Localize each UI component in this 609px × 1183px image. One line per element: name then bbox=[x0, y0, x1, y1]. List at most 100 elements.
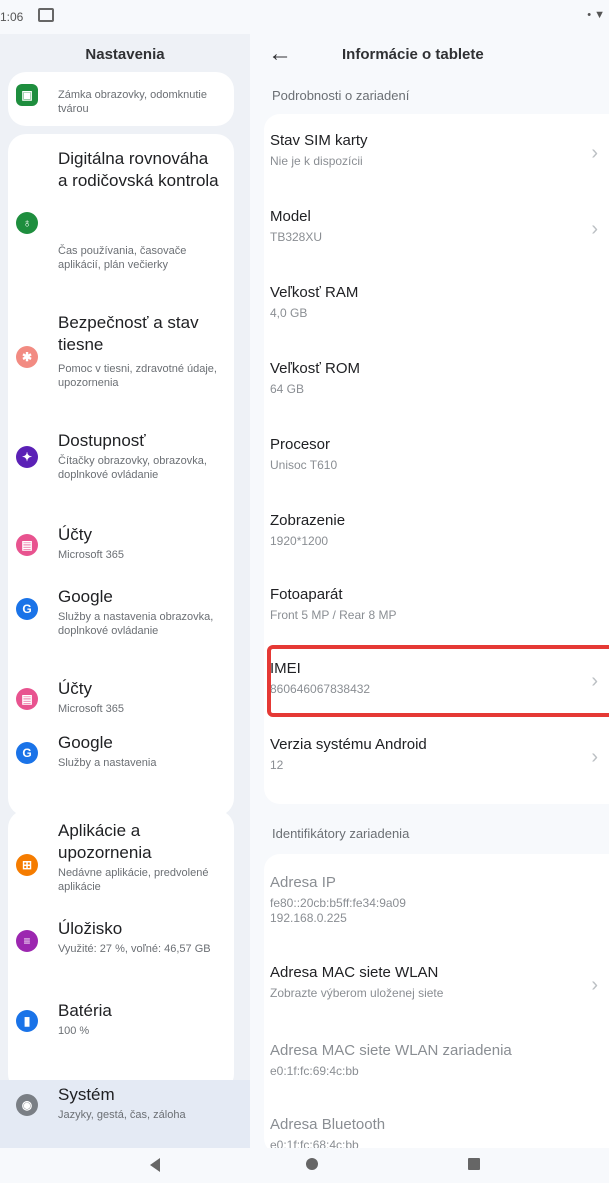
settings-list-pane: Nastavenia ▣ Zámka obrazovky, odomknutie… bbox=[0, 34, 251, 1148]
lock-screen-icon: ▣ bbox=[16, 84, 38, 106]
settings-item-title: Aplikácie a upozornenia bbox=[58, 821, 152, 862]
about-tablet-pane: ← Informácie o tablete Podrobnosti o zar… bbox=[250, 34, 609, 1148]
settings-item-accounts[interactable]: ▤ Účty Microsoft 365 bbox=[0, 524, 226, 564]
settings-item-storage[interactable]: ≡ Úložisko Využité: 27 %, voľné: 46,57 G… bbox=[0, 918, 226, 978]
row-sim-status[interactable]: Stav SIM karty Nie je k dispozícii › bbox=[250, 132, 600, 180]
row-title: Veľkosť ROM bbox=[270, 360, 361, 377]
row-subtitle: fe80::20cb:b5ff:fe34:9a09 192.168.0.225 bbox=[270, 896, 406, 925]
row-subtitle: 4,0 GB bbox=[270, 306, 308, 320]
row-title: Procesor bbox=[270, 436, 331, 453]
settings-item-title: Batéria bbox=[58, 1001, 112, 1020]
navigation-bar bbox=[0, 1148, 609, 1183]
accounts-icon: ▤ bbox=[16, 534, 38, 556]
settings-item-subtitle: Využité: 27 %, voľné: 46,57 GB bbox=[58, 943, 211, 955]
row-title: Adresa Bluetooth bbox=[270, 1116, 386, 1133]
settings-item-title: Digitálna rovnováha a rodičovská kontrol… bbox=[58, 149, 219, 190]
row-model[interactable]: Model TB328XU › bbox=[250, 208, 600, 256]
system-icon: ◉ bbox=[16, 1094, 38, 1116]
settings-item-subtitle: Microsoft 365 bbox=[58, 549, 125, 561]
row-subtitle: 12 bbox=[270, 758, 284, 772]
row-ram[interactable]: Veľkosť RAM 4,0 GB bbox=[250, 284, 600, 332]
row-subtitle: e0:1f:fc:68:4c:bb bbox=[270, 1138, 359, 1148]
row-device-wlan-mac[interactable]: Adresa MAC siete WLAN zariadenia e0:1f:f… bbox=[250, 1042, 600, 1090]
row-title: Fotoaparát bbox=[270, 586, 343, 603]
settings-item-google[interactable]: G Google Služby a nastavenia obrazovka, … bbox=[0, 586, 226, 666]
chevron-right-icon: › bbox=[591, 218, 598, 240]
settings-item-title: Úložisko bbox=[58, 919, 123, 938]
row-camera[interactable]: Fotoaparát Front 5 MP / Rear 8 MP bbox=[250, 586, 600, 634]
section-header-device-identifiers: Identifikátory zariadenia bbox=[272, 826, 410, 841]
row-wlan-mac[interactable]: Adresa MAC siete WLAN Zobrazte výberom u… bbox=[250, 964, 600, 1012]
row-title: Model bbox=[270, 208, 311, 225]
row-display[interactable]: Zobrazenie 1920*1200 bbox=[250, 512, 600, 560]
settings-item-accounts[interactable]: ▤ Účty Microsoft 365 bbox=[0, 678, 226, 718]
settings-item-accessibility[interactable]: ✦ Dostupnosť Čítačky obrazovky, obrazovk… bbox=[0, 430, 226, 510]
settings-item-subtitle: Služby a nastavenia bbox=[58, 757, 157, 769]
settings-item-emergency[interactable]: ✱ Bezpečnosť a stav tiesne Pomoc v tiesn… bbox=[0, 310, 226, 420]
row-subtitle: 1920*1200 bbox=[270, 534, 329, 548]
settings-item-apps[interactable]: ⊞ Aplikácie a upozornenia Nedávne apliká… bbox=[0, 820, 226, 900]
row-android-version[interactable]: Verzia systému Android 12 › bbox=[250, 736, 600, 784]
row-title: Adresa MAC siete WLAN bbox=[270, 964, 439, 981]
row-subtitle: Nie je k dispozícii bbox=[270, 154, 363, 168]
nav-recents-icon[interactable] bbox=[468, 1158, 480, 1170]
settings-item-title: Google bbox=[58, 733, 113, 752]
settings-item-system[interactable]: ◉ Systém Jazyky, gestá, čas, záloha bbox=[0, 1084, 226, 1144]
status-bar: 1:06 • ▼ bbox=[0, 0, 609, 34]
settings-item-subtitle: 100 % bbox=[58, 1025, 90, 1037]
settings-item-google[interactable]: G Google Služby a nastavenia bbox=[0, 732, 226, 772]
settings-item-title: Dostupnosť bbox=[58, 431, 146, 450]
chevron-right-icon: › bbox=[591, 142, 598, 164]
emergency-icon: ✱ bbox=[16, 346, 38, 368]
nav-home-icon[interactable] bbox=[306, 1158, 318, 1170]
row-title: Veľkosť RAM bbox=[270, 284, 359, 301]
row-title: Adresa IP bbox=[270, 874, 336, 891]
google-icon: G bbox=[16, 598, 38, 620]
settings-item-subtitle: Zámka obrazovky, odomknutie tvárou bbox=[58, 89, 207, 115]
nav-back-icon[interactable] bbox=[150, 1158, 160, 1172]
row-subtitle: Zobrazte výberom uloženej siete bbox=[270, 986, 444, 1000]
row-processor[interactable]: Procesor Unisoc T610 bbox=[250, 436, 600, 484]
status-time: 1:06 bbox=[0, 10, 24, 24]
settings-item-subtitle: Microsoft 365 bbox=[58, 703, 125, 715]
chevron-right-icon: › bbox=[591, 746, 598, 768]
page-title: Informácie o tablete bbox=[342, 46, 484, 63]
row-title: Verzia systému Android bbox=[270, 736, 427, 753]
settings-item-security[interactable]: ▣ Zámka obrazovky, odomknutie tvárou bbox=[0, 80, 226, 120]
settings-item-subtitle: Čas používania, časovače aplikácií, plán… bbox=[58, 245, 187, 271]
settings-item-title: Google bbox=[58, 587, 113, 606]
settings-item-title: Účty bbox=[58, 525, 92, 544]
settings-item-subtitle: Služby a nastavenia obrazovka, doplnkové… bbox=[58, 611, 214, 637]
apps-icon: ⊞ bbox=[16, 854, 38, 876]
chevron-right-icon: › bbox=[591, 974, 598, 996]
row-subtitle: 64 GB bbox=[270, 382, 305, 396]
row-rom[interactable]: Veľkosť ROM 64 GB bbox=[250, 360, 600, 408]
row-title: Zobrazenie bbox=[270, 512, 346, 529]
row-subtitle: Unisoc T610 bbox=[270, 458, 338, 472]
settings-item-subtitle: Pomoc v tiesni, zdravotné údaje, upozorn… bbox=[58, 363, 217, 389]
row-title: Adresa MAC siete WLAN zariadenia bbox=[270, 1042, 512, 1059]
digital-wellbeing-icon: ♁ bbox=[16, 212, 38, 234]
settings-item-title: Bezpečnosť a stav tiesne bbox=[58, 313, 199, 354]
settings-item-battery[interactable]: ▮ Batéria 100 % bbox=[0, 1000, 226, 1040]
status-icons: • ▼ bbox=[587, 9, 605, 21]
battery-icon: ▮ bbox=[16, 1010, 38, 1032]
google-icon: G bbox=[16, 742, 38, 764]
settings-item-subtitle: Jazyky, gestá, čas, záloha bbox=[58, 1109, 186, 1121]
row-subtitle: TB328XU bbox=[270, 230, 323, 244]
settings-item-subtitle: Čítačky obrazovky, obrazovka, doplnkové … bbox=[58, 455, 207, 481]
storage-icon: ≡ bbox=[16, 930, 38, 952]
settings-item-digital-wellbeing[interactable]: ♁ Digitálna rovnováha a rodičovská kontr… bbox=[0, 146, 226, 306]
settings-item-title: Účty bbox=[58, 679, 92, 698]
back-arrow-icon[interactable]: ← bbox=[268, 40, 292, 68]
row-title: Stav SIM karty bbox=[270, 132, 368, 149]
settings-item-subtitle: Nedávne aplikácie, predvolené aplikácie bbox=[58, 867, 209, 893]
settings-title: Nastavenia bbox=[85, 46, 165, 63]
row-subtitle: Front 5 MP / Rear 8 MP bbox=[270, 608, 397, 622]
row-bluetooth-address[interactable]: Adresa Bluetooth e0:1f:fc:68:4c:bb bbox=[250, 1116, 600, 1148]
settings-item-title: Systém bbox=[58, 1085, 115, 1104]
row-ip-address[interactable]: Adresa IP fe80::20cb:b5ff:fe34:9a09 192.… bbox=[250, 874, 600, 934]
imei-highlight-box bbox=[267, 645, 609, 717]
accounts-icon: ▤ bbox=[16, 688, 38, 710]
section-header-device-details: Podrobnosti o zariadení bbox=[272, 88, 410, 103]
